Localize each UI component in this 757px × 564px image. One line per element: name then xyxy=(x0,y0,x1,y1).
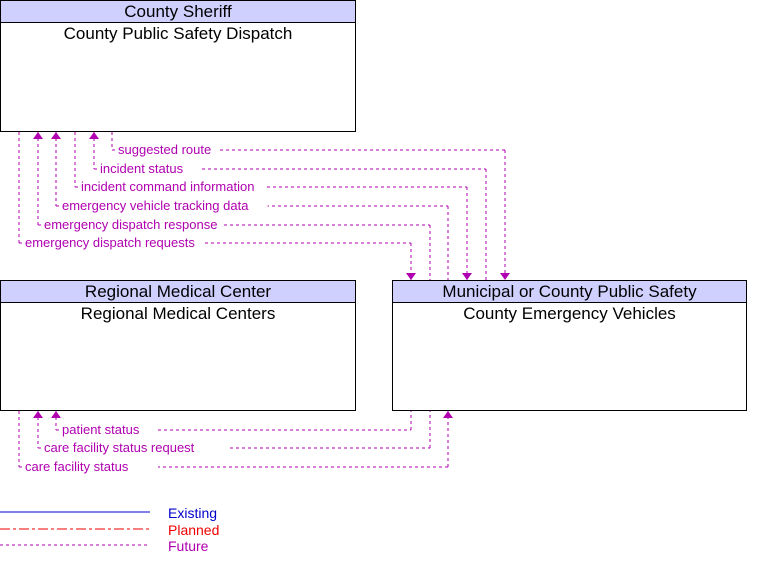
flow-emergency-vehicle-tracking-data[interactable]: emergency vehicle tracking data xyxy=(51,132,449,280)
flow-diagram: suggested route incident status incident c… xyxy=(0,132,510,554)
flow-label: patient status xyxy=(62,422,140,437)
legend-label-existing: Existing xyxy=(168,505,217,521)
flow-patient-status[interactable]: patient status xyxy=(51,411,412,437)
arrowhead-icon xyxy=(406,273,416,280)
flow-label: incident status xyxy=(100,161,184,176)
arrowhead-icon xyxy=(462,273,472,280)
flow-label: incident command information xyxy=(81,179,254,194)
legend-label-planned: Planned xyxy=(168,522,219,538)
arrowhead-icon xyxy=(443,411,453,418)
arrowhead-icon xyxy=(500,273,510,280)
legend: Existing Planned Future xyxy=(0,505,219,554)
arrowhead-icon xyxy=(33,132,43,139)
flow-label: care facility status xyxy=(25,459,129,474)
arrowhead-icon xyxy=(51,411,61,418)
flow-label: suggested route xyxy=(118,142,211,157)
flow-label: emergency dispatch response xyxy=(44,217,217,232)
flow-label: emergency vehicle tracking data xyxy=(62,198,249,213)
flow-label: emergency dispatch requests xyxy=(25,235,195,250)
arrowhead-icon xyxy=(33,411,43,418)
arrowhead-icon xyxy=(51,132,61,139)
flow-label: care facility status request xyxy=(44,440,195,455)
arrowhead-icon xyxy=(89,132,99,139)
legend-label-future: Future xyxy=(168,538,209,554)
